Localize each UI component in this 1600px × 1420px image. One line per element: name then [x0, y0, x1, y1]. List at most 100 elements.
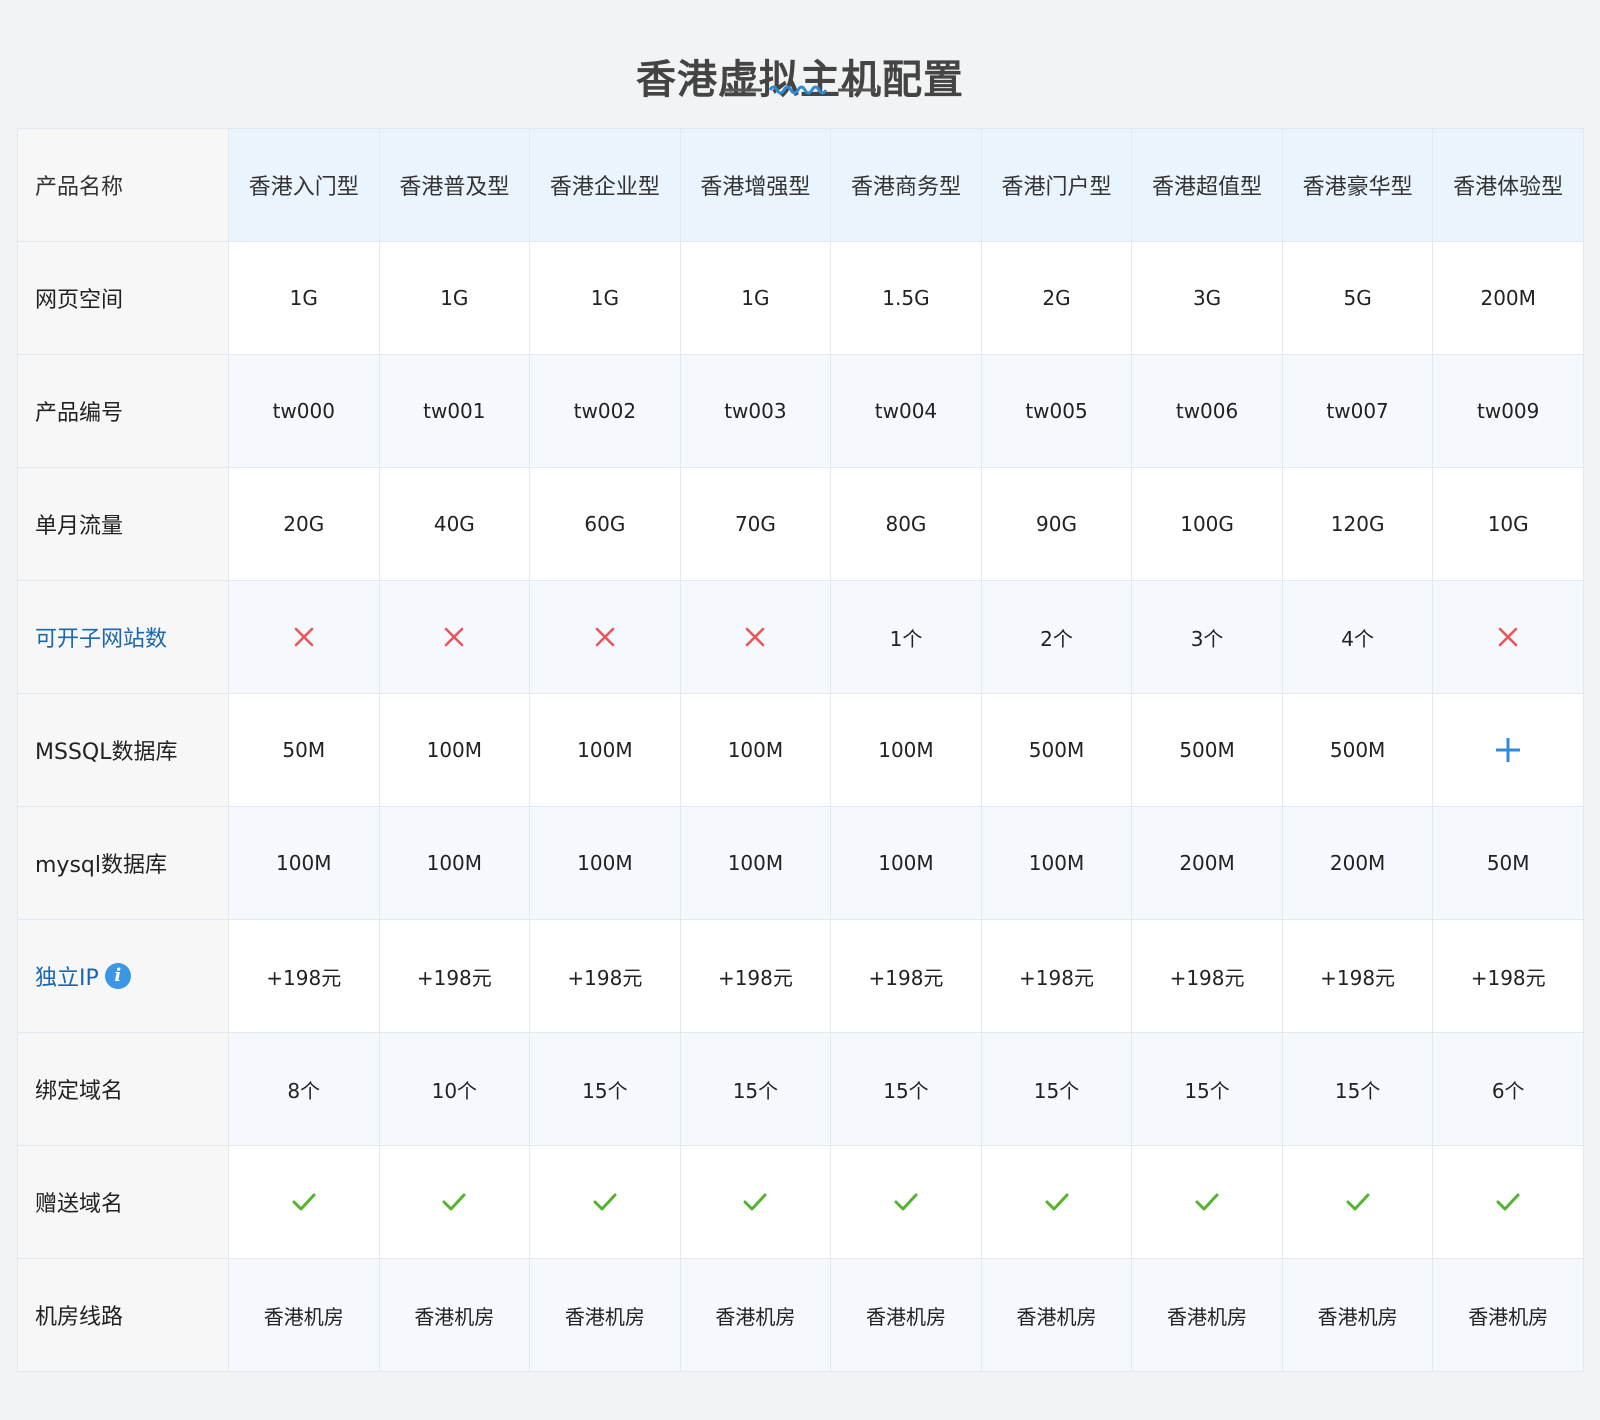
value-cell: 1G: [529, 241, 681, 355]
value-cell: 15个: [1281, 1032, 1434, 1146]
check-icon: [292, 1193, 316, 1211]
value-cell: 70G: [679, 467, 832, 581]
value-cell: 500M: [1131, 693, 1283, 807]
spec-table: 产品名称 香港入门型 香港普及型 香港企业型 香港增强型 香港商务型 香港门户型 香港超值型…: [17, 128, 1584, 1372]
value-cell: 80G: [830, 467, 982, 581]
spec-table-body: 产品名称 香港入门型 香港普及型 香港企业型 香港增强型 香港商务型 香港门户型 香港超值型…: [17, 128, 1584, 1372]
plan-header-cell: 香港企业型: [529, 128, 681, 242]
value-cell: 100M: [378, 693, 531, 807]
row-label-mssql: MSSQL数据库: [17, 693, 229, 807]
value-cell: +198元: [679, 919, 832, 1033]
value-cell-icon: [228, 580, 380, 694]
plan-header-cell: 香港超值型: [1131, 128, 1283, 242]
value-cell-icon: [1131, 1145, 1283, 1259]
value-cell: 500M: [980, 693, 1133, 807]
plan-header-cell: 香港普及型: [378, 128, 531, 242]
row-label-subsites[interactable]: 可开子网站数: [17, 580, 229, 694]
value-cell: 香港机房: [1131, 1258, 1283, 1372]
value-cell: 15个: [980, 1032, 1133, 1146]
value-cell: 200M: [1131, 806, 1283, 920]
value-cell: 1G: [228, 241, 380, 355]
value-cell: 100M: [980, 806, 1133, 920]
value-cell: 3G: [1131, 241, 1283, 355]
value-cell: 香港机房: [1281, 1258, 1434, 1372]
value-cell: 香港机房: [980, 1258, 1133, 1372]
check-icon: [1045, 1193, 1068, 1211]
value-cell: 500M: [1281, 693, 1434, 807]
value-cell: 10个: [378, 1032, 531, 1146]
value-cell: 120G: [1281, 467, 1434, 581]
cross-icon: [1498, 627, 1518, 647]
value-cell: tw002: [529, 354, 681, 468]
value-cell-icon: [1432, 580, 1584, 694]
value-cell: +198元: [228, 919, 380, 1033]
cross-icon: [294, 627, 314, 647]
value-cell: 100M: [679, 806, 832, 920]
header-label-cell: 产品名称: [17, 128, 229, 242]
value-cell-icon: [679, 1145, 832, 1259]
check-icon: [1496, 1193, 1520, 1211]
info-icon[interactable]: i: [104, 963, 131, 989]
cross-icon: [746, 627, 765, 647]
value-cell: tw009: [1432, 354, 1584, 468]
value-cell: 200M: [1432, 241, 1584, 355]
check-icon: [1346, 1193, 1370, 1211]
table-row-dedicated-ip: 独立IP i +198元 +198元 +198元 +198元 +198元 +198元 +198元…: [17, 919, 1584, 1033]
value-cell: 6个: [1432, 1032, 1584, 1146]
value-cell: 1G: [378, 241, 531, 355]
value-cell: 香港机房: [830, 1258, 982, 1372]
row-label-bound-domains: 绑定域名: [17, 1032, 229, 1146]
value-cell: 100M: [830, 693, 982, 807]
plan-header-cell: 香港门户型: [980, 128, 1133, 242]
row-label-dedicated-ip[interactable]: 独立IP i: [17, 919, 229, 1033]
value-cell: 香港机房: [378, 1258, 531, 1372]
value-cell: 60G: [529, 467, 681, 581]
check-icon: [894, 1193, 918, 1211]
row-label-text: 网页空间: [35, 288, 124, 313]
row-label-product-code: 产品编号: [17, 354, 229, 468]
check-icon: [743, 1193, 767, 1211]
value-cell: +198元: [1281, 919, 1434, 1033]
value-cell: 100M: [228, 806, 380, 920]
value-cell-icon: [980, 1145, 1133, 1259]
cross-icon: [445, 627, 464, 647]
value-cell-icon: [378, 1145, 531, 1259]
table-row-subsites: 可开子网站数 1个 2个 3个 4个: [17, 580, 1584, 694]
check-icon: [442, 1193, 466, 1211]
value-cell-icon: [529, 580, 681, 694]
value-cell-icon: [1432, 1145, 1584, 1259]
row-label-monthly-traffic: 单月流量: [17, 467, 229, 581]
value-cell: 200M: [1281, 806, 1434, 920]
row-label-text: 产品编号: [35, 401, 124, 426]
row-label-free-domain: 赠送域名: [17, 1145, 229, 1259]
value-cell: 1个: [830, 580, 982, 694]
value-cell-icon: [378, 580, 531, 694]
value-cell: 3个: [1131, 580, 1283, 694]
title-wave-decoration: [724, 85, 876, 95]
table-row-monthly-traffic: 单月流量 20G 40G 60G 70G 80G 90G 100G 120G 10G: [17, 467, 1584, 581]
value-cell-icon: [830, 1145, 982, 1259]
value-cell: 100M: [378, 806, 531, 920]
plan-header-cell: 香港入门型: [228, 128, 380, 242]
value-cell: tw006: [1131, 354, 1283, 468]
value-cell: +198元: [378, 919, 531, 1033]
row-label-text: 赠送域名: [35, 1192, 124, 1217]
plan-header-cell: 香港体验型: [1432, 128, 1584, 242]
row-label-datacenter-line: 机房线路: [17, 1258, 229, 1372]
value-cell-icon: [679, 580, 832, 694]
value-cell: 100M: [529, 806, 681, 920]
value-cell: 15个: [1131, 1032, 1283, 1146]
plan-header-cell: 香港增强型: [679, 128, 832, 242]
value-cell: 50M: [1432, 806, 1584, 920]
value-cell: tw000: [228, 354, 380, 468]
value-cell: 100M: [830, 806, 982, 920]
value-cell-icon: [1432, 693, 1584, 807]
value-cell: +198元: [529, 919, 681, 1033]
value-cell: tw007: [1281, 354, 1434, 468]
table-row-free-domain: 赠送域名: [17, 1145, 1584, 1259]
value-cell: 1.5G: [830, 241, 982, 355]
table-header-row: 产品名称 香港入门型 香港普及型 香港企业型 香港增强型 香港商务型 香港门户型 香港超值型…: [17, 128, 1584, 242]
value-cell: 8个: [228, 1032, 380, 1146]
value-cell: 1G: [679, 241, 832, 355]
value-cell: 香港机房: [228, 1258, 380, 1372]
